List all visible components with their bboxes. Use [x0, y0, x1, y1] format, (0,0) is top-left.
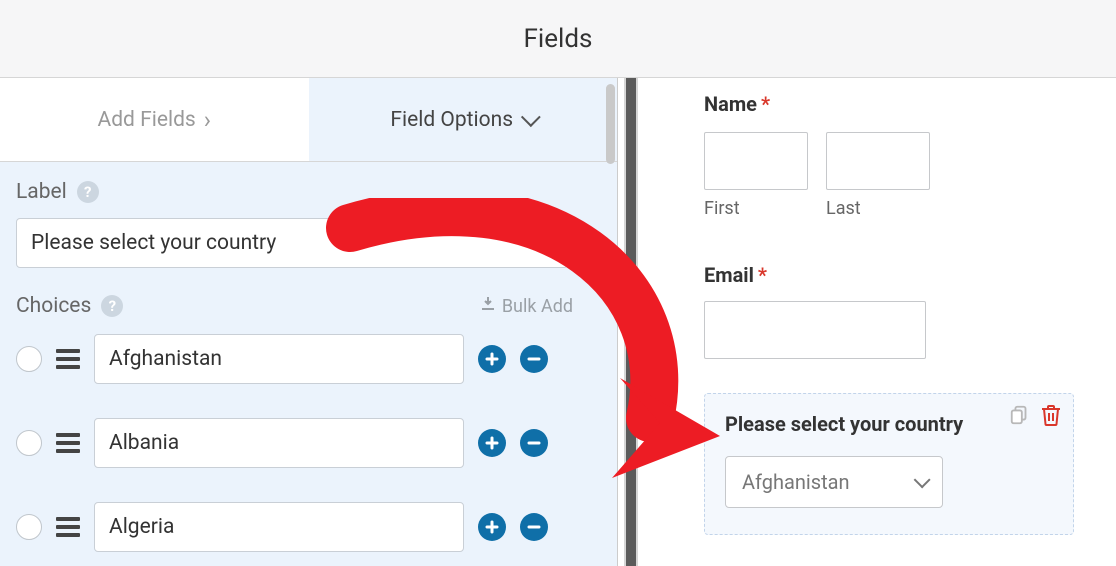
choice-default-radio[interactable] — [16, 430, 42, 456]
choice-row — [16, 502, 601, 552]
last-sublabel: Last — [826, 198, 930, 219]
add-choice-button[interactable] — [478, 429, 506, 457]
country-dropdown-field[interactable]: Please select your country Afghanistan — [704, 393, 1074, 535]
drag-handle-icon[interactable] — [56, 349, 80, 369]
name-field[interactable]: Name* First Last — [704, 92, 1086, 219]
scrollbar[interactable] — [606, 84, 615, 164]
panel-divider[interactable] — [618, 78, 644, 566]
choices-title: Choices — [16, 294, 91, 318]
duplicate-icon[interactable] — [1009, 404, 1031, 426]
tab-add-fields[interactable]: Add Fields — [0, 78, 309, 161]
page-title: Fields — [524, 24, 593, 54]
left-panel: Add Fields Field Options Label ? Choices… — [0, 78, 618, 566]
choice-row — [16, 418, 601, 468]
required-indicator: * — [758, 263, 767, 287]
tab-add-fields-label: Add Fields — [98, 108, 196, 132]
choice-input[interactable] — [94, 418, 464, 468]
first-sublabel: First — [704, 198, 808, 219]
country-dropdown[interactable]: Afghanistan — [725, 456, 943, 508]
last-name-col: Last — [826, 132, 930, 219]
drag-handle-icon[interactable] — [56, 517, 80, 537]
tabs: Add Fields Field Options — [0, 78, 617, 162]
header-bar: Fields — [0, 0, 1116, 78]
name-label: Name* — [704, 92, 1086, 116]
tab-field-options[interactable]: Field Options — [309, 78, 618, 161]
form-preview: Name* First Last Email* — [644, 78, 1116, 566]
bulk-add-label: Bulk Add — [502, 296, 573, 317]
dropdown-value: Afghanistan — [742, 470, 850, 494]
label-title: Label — [16, 180, 67, 204]
label-section: Label ? — [0, 162, 617, 268]
add-choice-button[interactable] — [478, 345, 506, 373]
label-section-header: Label ? — [16, 180, 601, 204]
email-label: Email* — [704, 263, 1086, 287]
help-icon[interactable]: ? — [77, 181, 99, 203]
add-choice-button[interactable] — [478, 513, 506, 541]
help-icon[interactable]: ? — [101, 295, 123, 317]
dropdown-label: Please select your country — [725, 412, 1053, 436]
remove-choice-button[interactable] — [520, 345, 548, 373]
name-row: First Last — [704, 132, 1086, 219]
last-name-input[interactable] — [826, 132, 930, 190]
choice-row — [16, 334, 601, 384]
choice-list — [0, 324, 617, 552]
first-name-input[interactable] — [704, 132, 808, 190]
remove-choice-button[interactable] — [520, 429, 548, 457]
bulk-add-button[interactable]: Bulk Add — [480, 296, 573, 317]
download-icon — [480, 296, 496, 317]
choice-default-radio[interactable] — [16, 346, 42, 372]
drag-handle-icon[interactable] — [56, 433, 80, 453]
required-indicator: * — [761, 92, 770, 116]
name-label-text: Name — [704, 92, 757, 116]
email-field[interactable]: Email* — [704, 263, 1086, 359]
tab-field-options-label: Field Options — [390, 108, 513, 132]
chevron-down-icon — [521, 107, 541, 127]
choice-input[interactable] — [94, 502, 464, 552]
email-label-text: Email — [704, 263, 754, 287]
trash-icon[interactable] — [1041, 404, 1061, 426]
chevron-right-icon — [204, 106, 211, 134]
choice-input[interactable] — [94, 334, 464, 384]
first-name-col: First — [704, 132, 808, 219]
choice-default-radio[interactable] — [16, 514, 42, 540]
label-input[interactable] — [16, 218, 568, 268]
main-area: Add Fields Field Options Label ? Choices… — [0, 78, 1116, 566]
choices-header: Choices ? Bulk Add — [0, 268, 617, 324]
remove-choice-button[interactable] — [520, 513, 548, 541]
chevron-down-icon — [914, 471, 931, 488]
email-input[interactable] — [704, 301, 926, 359]
choices-title-wrap: Choices ? — [16, 294, 123, 318]
field-actions — [1009, 404, 1061, 426]
